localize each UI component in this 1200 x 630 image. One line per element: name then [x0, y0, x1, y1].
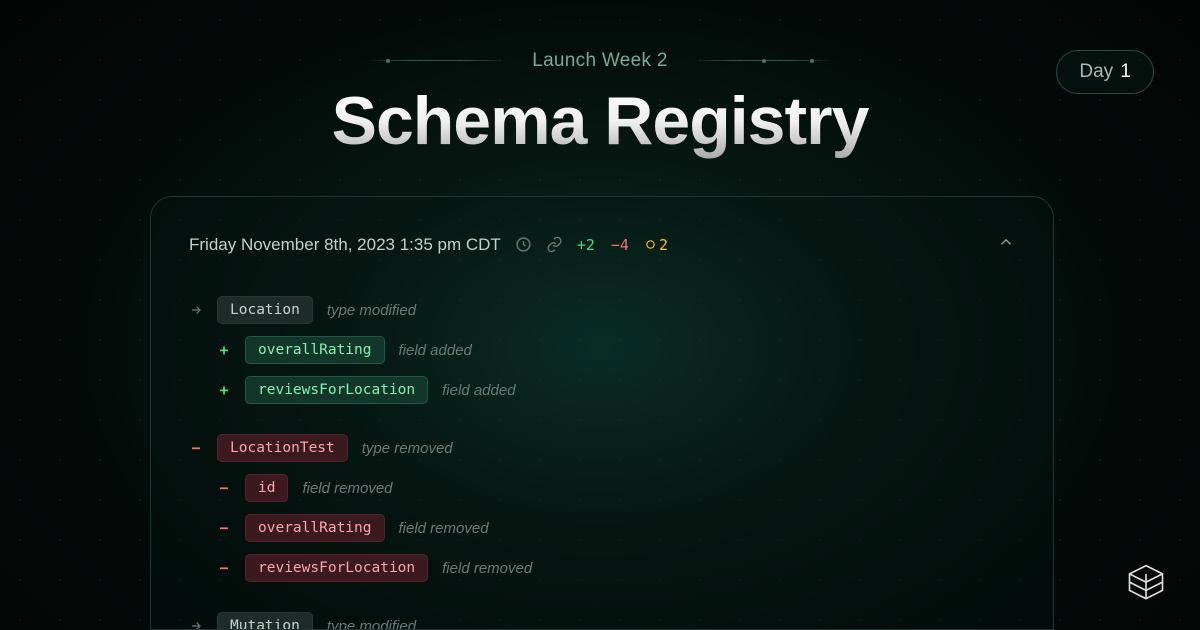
change-desc: field removed — [442, 560, 532, 577]
decorative-line-right — [692, 60, 832, 61]
kicker-row: Launch Week 2 — [368, 50, 832, 72]
link-icon[interactable] — [546, 236, 563, 253]
type-token: LocationTest — [217, 434, 348, 462]
changes-list: Location type modified + overallRating field… — [189, 296, 1015, 630]
page-title: Schema Registry — [0, 82, 1200, 160]
stat-removed: −4 — [611, 236, 629, 254]
arrow-sigil — [189, 619, 203, 630]
stat-added: +2 — [577, 236, 595, 254]
change-group: Mutation type modified — [189, 612, 1015, 630]
change-desc: field added — [399, 342, 472, 359]
change-line[interactable]: −overallRating field removed — [189, 514, 1015, 542]
changes-panel: Friday November 8th, 2023 1:35 pm CDT +2… — [150, 196, 1054, 630]
plus-sigil: + — [217, 341, 231, 359]
change-desc: field added — [442, 382, 515, 399]
plus-sigil: + — [217, 381, 231, 399]
minus-sigil: − — [217, 559, 231, 577]
panel-header: Friday November 8th, 2023 1:35 pm CDT +2… — [189, 233, 1015, 256]
change-line[interactable]: −id field removed — [189, 474, 1015, 502]
change-line[interactable]: Location type modified — [189, 296, 1015, 324]
brand-logo — [1124, 562, 1168, 606]
field-token: reviewsForLocation — [245, 554, 428, 582]
minus-sigil: − — [189, 439, 203, 457]
change-desc: type modified — [327, 618, 416, 630]
minus-sigil: − — [217, 479, 231, 497]
change-line[interactable]: + reviewsForLocation field added — [189, 376, 1015, 404]
field-token: id — [245, 474, 288, 502]
change-line[interactable]: −reviewsForLocation field removed — [189, 554, 1015, 582]
day-label: Day — [1079, 61, 1113, 82]
day-badge: Day 1 — [1056, 50, 1154, 94]
change-desc: type modified — [327, 302, 416, 319]
day-number: 1 — [1120, 61, 1131, 82]
field-token: overallRating — [245, 336, 385, 364]
change-group: −LocationTesttype removed−idfield remove… — [189, 434, 1015, 582]
change-line[interactable]: −LocationTest type removed — [189, 434, 1015, 462]
change-group: Location type modified + overallRating field… — [189, 296, 1015, 404]
history-icon[interactable] — [515, 236, 532, 253]
field-token: reviewsForLocation — [245, 376, 428, 404]
collapse-icon[interactable] — [997, 233, 1015, 256]
hero-header: Launch Week 2 Schema Registry — [0, 0, 1200, 160]
field-token: overallRating — [245, 514, 385, 542]
stat-modified: 2 — [645, 236, 668, 254]
change-line[interactable]: Mutation type modified — [189, 612, 1015, 630]
change-stats: +2 −4 2 — [577, 236, 668, 254]
change-desc: field removed — [399, 520, 489, 537]
change-desc: type removed — [362, 440, 453, 457]
minus-sigil: − — [217, 519, 231, 537]
kicker-text: Launch Week 2 — [532, 50, 668, 72]
change-line[interactable]: + overallRating field added — [189, 336, 1015, 364]
decorative-line-left — [368, 60, 508, 61]
change-desc: field removed — [302, 480, 392, 497]
type-token: Mutation — [217, 612, 313, 630]
arrow-sigil — [189, 303, 203, 317]
type-token: Location — [217, 296, 313, 324]
timestamp: Friday November 8th, 2023 1:35 pm CDT — [189, 235, 501, 255]
